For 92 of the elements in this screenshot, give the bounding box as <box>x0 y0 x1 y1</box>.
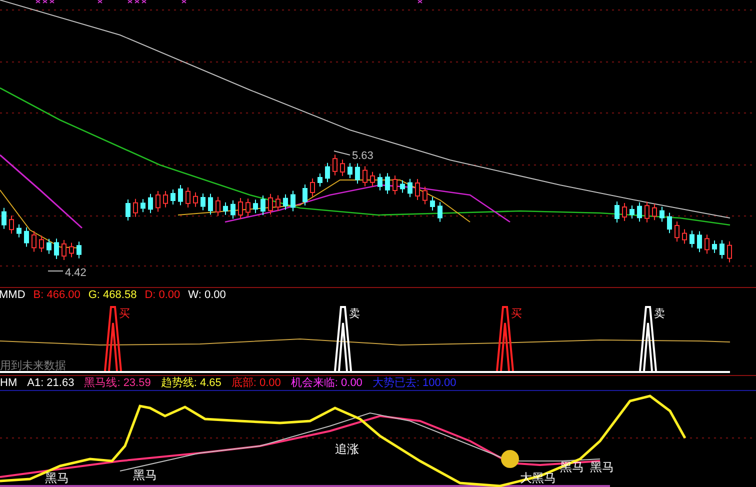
candlestick-icon <box>325 162 330 183</box>
warning-note: 用到未来数据 <box>0 360 66 372</box>
candlestick-icon <box>76 241 82 259</box>
indicator-legend: 机会来临: 0.00 <box>290 378 362 388</box>
candlestick-icon <box>163 190 168 208</box>
candlestick-icon <box>318 173 322 187</box>
candlestick-icon <box>186 186 190 208</box>
candlestick-icon <box>230 200 236 220</box>
candlestick-icon <box>16 224 22 238</box>
candlestick-icon <box>385 172 390 194</box>
candlestick-icon <box>54 238 59 260</box>
indicator-legend: A1: 21.63 <box>27 378 74 388</box>
candlestick-icon <box>208 193 213 216</box>
candlestick-icon <box>148 193 153 214</box>
candlestick-icon <box>62 239 66 261</box>
indicator-legend: 大势已去: 100.00 <box>372 378 456 388</box>
candlestick-icon <box>133 198 138 218</box>
candlestick-icon <box>302 184 308 206</box>
low-price-label: 4.42 <box>65 267 86 279</box>
candlestick-icon <box>422 186 428 205</box>
candlestick-icon <box>400 180 405 194</box>
candlestick-icon <box>260 194 266 216</box>
candlestick-icon <box>622 202 627 222</box>
candlestick-icon <box>637 202 642 222</box>
candlestick-icon <box>362 166 368 187</box>
candlestick-icon <box>392 174 398 196</box>
indicator-legend: HM <box>0 378 18 388</box>
candlestick-icon <box>682 228 687 244</box>
signal-label: 黑马 <box>590 460 614 474</box>
indicator-legend: 趋势线: 4.65 <box>160 378 222 388</box>
signal-label: 买 <box>511 308 522 320</box>
signal-label: 追涨 <box>335 442 359 456</box>
candlestick-icon <box>290 190 296 212</box>
candlestick-icon <box>126 199 130 221</box>
indicator-legend: W: 0.00 <box>188 290 226 301</box>
candlestick-icon <box>156 190 160 212</box>
candlestick-icon <box>408 178 412 198</box>
candlestick-icon <box>630 205 634 219</box>
candlestick-icon <box>674 221 680 242</box>
candlestick-icon <box>238 198 243 220</box>
high-price-label: 5.63 <box>352 150 374 162</box>
candlestick-icon <box>140 198 146 213</box>
candlestick-icon <box>216 196 220 216</box>
candlestick-icon <box>355 162 360 184</box>
candlestick-icon <box>2 207 6 230</box>
indicator-legend: D: 0.00 <box>144 290 180 301</box>
signal-label: 买 <box>119 308 130 320</box>
indicator-legend: 黑马线: 23.59 <box>84 378 151 388</box>
candlestick-icon <box>690 230 694 248</box>
candlestick-icon <box>614 201 620 223</box>
candlestick-icon <box>24 226 29 248</box>
candlestick-icon <box>46 238 52 254</box>
candlestick-icon <box>712 240 717 254</box>
candlestick-icon <box>178 184 183 206</box>
candlestick-icon <box>223 202 228 216</box>
candlestick-icon <box>276 194 280 212</box>
candlestick-icon <box>283 194 288 210</box>
candlestick-icon <box>720 240 724 259</box>
candlestick-icon <box>727 240 732 263</box>
candlestick-icon <box>438 202 442 222</box>
candlestick-icon <box>415 178 420 200</box>
candlestick-icon <box>697 230 702 253</box>
candlestick-icon <box>170 189 176 205</box>
candlestick-icon <box>253 199 258 214</box>
candlestick-icon <box>200 193 206 211</box>
candlestick-icon <box>340 159 345 176</box>
candlestick-icon <box>32 230 36 252</box>
candlestick-icon <box>332 154 338 176</box>
indicator-legend: G: 468.58 <box>88 290 137 301</box>
candlestick-icon <box>310 178 315 197</box>
candlestick-icon <box>193 192 198 208</box>
signal-label: 黑马 <box>45 471 69 485</box>
candlestick-icon <box>667 212 672 234</box>
candlestick-icon <box>9 215 14 234</box>
candlestick-icon <box>644 201 650 223</box>
candlestick-icon <box>348 162 352 179</box>
signal-label: 卖 <box>654 308 665 320</box>
candlestick-icon <box>652 203 657 221</box>
candlestick-icon <box>660 206 664 222</box>
indicator-legend: MMD <box>0 290 26 301</box>
candlestick-icon <box>378 173 382 191</box>
indicator-legend: 底部: 0.00 <box>231 378 281 388</box>
candlestick-icon <box>704 234 710 254</box>
candlestick-icon <box>246 198 250 217</box>
candlestick-icon <box>430 196 435 211</box>
candlestick-icon <box>39 235 44 252</box>
candlestick-icon <box>268 193 273 216</box>
indicator-legend: B: 466.00 <box>33 290 80 301</box>
candlestick-icon <box>69 242 74 258</box>
signal-label: 卖 <box>349 308 360 320</box>
candlestick-icon <box>370 171 375 187</box>
signal-label: 黑马 <box>133 468 157 482</box>
